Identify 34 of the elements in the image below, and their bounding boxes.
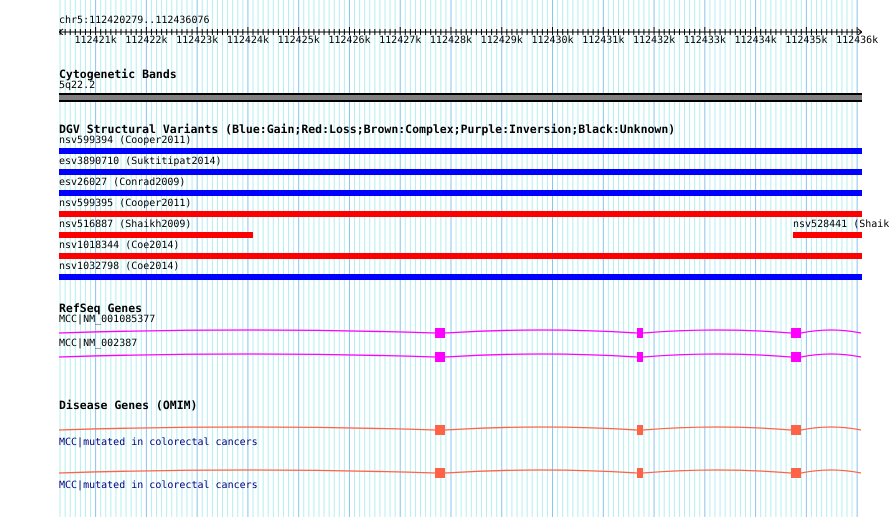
tick-label: 112422k (125, 35, 168, 47)
variant-label: nsv516887 (Shaikh2009) (59, 219, 192, 231)
band-label: 5q22.2 (59, 80, 96, 92)
variant-label: nsv1018344 (Coe2014) (59, 240, 180, 252)
tick-label: 112426k (328, 35, 371, 47)
variant-label: nsv599394 (Cooper2011) (59, 135, 192, 147)
tick-label: 112421k (74, 35, 117, 47)
tick-label: 112425k (278, 35, 320, 47)
tick-label: 112423k (176, 35, 218, 47)
track-title: DGV Structural Variants (Blue:Gain;Red:Loss;Brown:Complex;Purple:Inversion;Black:Unknown) (59, 123, 676, 135)
gene-label: MCC|NM_002387 (59, 338, 138, 350)
tick-label: 112429k (480, 35, 523, 47)
variant-label: nsv1032798 (Coe2014) (59, 261, 180, 273)
tick-label: 112432k (632, 35, 676, 47)
tick-label: 112436k (836, 35, 878, 47)
tick-label: 112435k (785, 35, 828, 47)
variant-label: nsv599395 (Cooper2011) (59, 198, 192, 210)
tick-label: 112428k (430, 35, 472, 47)
disease-gene-label: MCC|mutated in colorectal cancers (59, 437, 258, 449)
tick-label: 112430k (531, 35, 574, 47)
tick-label: 112434k (734, 35, 777, 47)
variant-label: esv26027 (Conrad2009) (59, 177, 186, 189)
track-title: RefSeq Genes (59, 302, 142, 314)
disease-gene-label: MCC|mutated in colorectal cancers (59, 480, 258, 492)
tick-label: 112424k (226, 35, 269, 47)
gene-label: MCC|NM_001085377 (59, 314, 156, 326)
variant-label: esv3890710 (Suktitipat2014) (59, 156, 222, 168)
tick-label: 112431k (582, 35, 624, 47)
track-title: Cytogenetic Bands (59, 68, 178, 80)
variant-label: nsv528441 (Shaik (793, 219, 890, 231)
tick-label: 112427k (379, 35, 422, 47)
track-title: Disease Genes (OMIM) (59, 399, 198, 411)
tick-label: 112433k (684, 35, 726, 47)
location-label: chr5:112420279..112436076 (59, 15, 210, 27)
